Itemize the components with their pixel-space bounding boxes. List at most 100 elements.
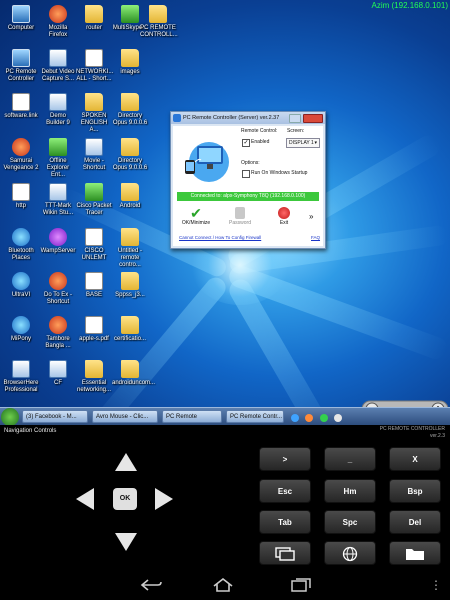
doc-icon [85, 272, 103, 290]
desktop-icon[interactable]: software.link [3, 93, 39, 120]
desktop-icon[interactable]: images [112, 49, 148, 76]
window-titlebar[interactable]: PC Remote Controller (Server) ver.2.37 [171, 112, 325, 124]
desktop-icon[interactable]: Debut Video Capture S... [40, 49, 76, 83]
key-underscore[interactable]: _ [324, 447, 376, 471]
taskbar-item-pc-remote[interactable]: PC Remote [162, 410, 222, 423]
desktop-icon[interactable]: Directory Opus 9.0.0.6 [112, 138, 148, 172]
doc-icon [85, 228, 103, 246]
key-space[interactable]: Spc [324, 510, 376, 534]
key-x[interactable]: X [389, 447, 441, 471]
desktop-icon[interactable]: MiPony [3, 316, 39, 343]
windows-switch-button[interactable] [259, 541, 311, 565]
menu-dots-icon[interactable]: ⋮ [430, 578, 442, 592]
desktop-icon[interactable]: BrowserHere Professional [3, 360, 39, 394]
desktop-icon-label: software.link [4, 113, 38, 119]
desktop-icon-label: apple-s.pdf [79, 336, 109, 342]
desktop-icon[interactable]: CF [40, 360, 76, 387]
desktop-icon[interactable]: Samurai Vengeance 2 [3, 138, 39, 172]
desktop-icon[interactable]: androiduncom... [112, 360, 155, 387]
desktop-icon[interactable]: CISCO UNLEMT [76, 228, 112, 262]
close-icon[interactable] [303, 114, 323, 123]
back-icon[interactable] [140, 578, 162, 595]
desktop-icon[interactable]: PC Remote Controller [3, 49, 39, 83]
key-tab[interactable]: Tab [259, 510, 311, 534]
desktop-icon[interactable]: Android [112, 183, 148, 210]
tray-icons[interactable] [290, 411, 356, 440]
desktop-icon[interactable]: router [76, 5, 112, 32]
exit-button[interactable]: Exit [269, 206, 299, 230]
enabled-checkbox[interactable]: ✓ [242, 139, 250, 147]
key-home[interactable]: Hm [324, 479, 376, 503]
desktop-icon[interactable]: NETWORKI... ALL - Short... [76, 49, 113, 83]
desktop-icon[interactable]: Bluetooth Places [3, 228, 39, 262]
connection-status: Azim (192.168.0.101) [371, 1, 449, 10]
tray-icon[interactable] [305, 414, 314, 422]
arrow-right-icon[interactable] [155, 488, 173, 510]
desktop-icon[interactable]: TTT-Mark Wikin Stu... [40, 183, 76, 217]
desktop-icon-label: SPOKEN ENGLISH A... [80, 113, 108, 133]
desktop-icon[interactable]: Offline Explorer Ent... [40, 138, 76, 179]
screen-select[interactable]: DISPLAY 1 ▾ [286, 138, 320, 148]
start-button[interactable] [1, 408, 19, 426]
key-backspace[interactable]: Bsp [389, 479, 441, 503]
brand-name: PC REMOTE CONTROLLER [379, 426, 445, 432]
desktop-icon-label: Directory Opus 9.0.0.6 [112, 158, 148, 171]
desktop-icon[interactable]: Mozilla Firefox [40, 5, 76, 39]
key-greater[interactable]: > [259, 447, 311, 471]
folder-icon [121, 138, 139, 156]
taskbar-item-pc-remote-controller[interactable]: PC Remote Contr... [226, 410, 284, 423]
more-button[interactable]: » [309, 212, 313, 221]
desktop-icon[interactable]: SPOKEN ENGLISH A... [76, 93, 112, 134]
arrow-down-icon[interactable] [115, 533, 137, 551]
server-window[interactable]: PC Remote Controller (Server) ver.2.37 R… [170, 111, 326, 249]
desktop-icon[interactable]: WampServer [40, 228, 76, 255]
ok-minimize-button[interactable]: ✔ OK/Minimize [181, 206, 211, 230]
globe-icon [342, 546, 358, 562]
desktop-icon[interactable]: Do To Ex - Shortcut [40, 272, 76, 306]
desktop-icon[interactable]: Demo Builder 9 [40, 93, 76, 127]
arrow-left-icon[interactable] [76, 488, 94, 510]
desktop-icon[interactable]: Sppss_j3... [112, 272, 148, 299]
desktop-icon[interactable]: Essential networking... [76, 360, 112, 394]
desktop-icon[interactable]: Directory Opus 9.0.0.6 [112, 93, 148, 127]
ok-button[interactable]: OK [113, 488, 137, 510]
desktop-icon[interactable]: certificatio... [112, 316, 148, 343]
key-esc[interactable]: Esc [259, 479, 311, 503]
desktop-icon-label: Bluetooth Places [8, 248, 34, 261]
home-icon[interactable] [212, 577, 234, 595]
desktop-icon[interactable]: UltraVI [3, 272, 39, 299]
chevron-down-icon: ▾ [314, 140, 317, 146]
startup-checkbox[interactable] [242, 170, 250, 178]
password-button[interactable]: Password [225, 206, 255, 230]
desktop-icon[interactable]: PC REMOTE CONTROLL... [140, 5, 178, 39]
minimize-icon[interactable] [289, 114, 301, 123]
doc-icon [85, 316, 103, 334]
arrow-up-icon[interactable] [115, 453, 137, 471]
green-icon [49, 138, 67, 156]
recent-apps-icon[interactable] [290, 578, 312, 595]
tray-icon[interactable] [334, 414, 343, 422]
desktop-icon[interactable]: Tambore Bangla ... [40, 316, 76, 350]
file-browser-button[interactable] [389, 541, 441, 565]
desktop-icon[interactable]: Movie - Shortcut [76, 138, 112, 172]
tray-icon[interactable] [319, 414, 328, 422]
tray-icon[interactable] [291, 414, 299, 422]
browser-button[interactable] [324, 541, 376, 565]
desktop-icon[interactable]: http [3, 183, 39, 210]
desktop-icon[interactable]: Computer [3, 5, 39, 32]
desktop-icon[interactable]: BASE [76, 272, 112, 299]
taskbar-item-avro[interactable]: Avro Mouse - Clic... [92, 410, 158, 423]
desktop-icon-label: BASE [85, 292, 102, 298]
desktop-icon[interactable]: Cisco Packet Tracer [76, 183, 112, 217]
desktop-icon[interactable]: Untitled - remote contro... [112, 228, 148, 269]
folder-icon [121, 316, 139, 334]
config-firewall-link[interactable]: Cannot Connect / How To Config Firewall [179, 235, 261, 240]
faq-link[interactable]: FAQ [311, 235, 320, 240]
desktop-icon-label: UltraVI [11, 292, 31, 298]
desktop-icon[interactable]: apple-s.pdf [76, 316, 112, 343]
enabled-label: Enabled [251, 139, 270, 145]
folder-icon [121, 183, 139, 201]
key-delete[interactable]: Del [389, 510, 441, 534]
app-icon [12, 360, 30, 378]
taskbar-item-facebook[interactable]: (3) Facebook - M... [22, 410, 88, 423]
